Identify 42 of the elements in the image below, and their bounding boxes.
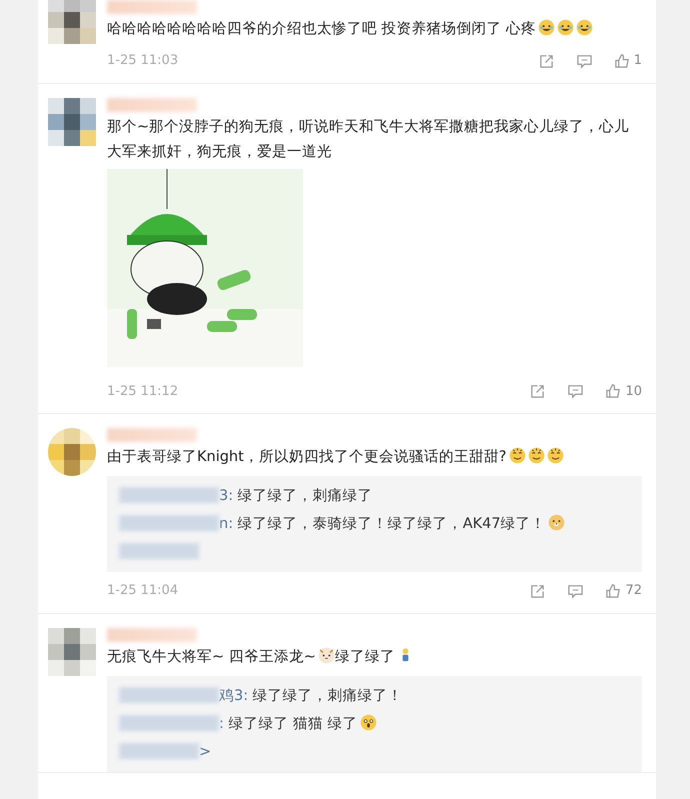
- reply-author[interactable]: :: [219, 716, 224, 732]
- smiling-emoji-icon: [528, 447, 545, 464]
- avatar[interactable]: [48, 628, 96, 676]
- comment-text: 绿了绿了: [334, 648, 395, 664]
- comment-text: 无痕飞牛大将军~ 四爷王添龙~: [107, 648, 316, 664]
- more-replies-link[interactable]: >: [199, 744, 212, 760]
- share-icon[interactable]: [529, 582, 546, 599]
- smiling-emoji-icon: [546, 447, 564, 464]
- share-icon[interactable]: [529, 383, 546, 400]
- reply-author[interactable]: 鸡3:: [219, 688, 248, 704]
- comment-text: 绿了绿了，泰骑绿了！绿了绿了，AK47绿了！: [238, 516, 546, 532]
- like-count: 10: [625, 382, 642, 400]
- comment-text: 那个~那个没脖子的狗无痕，听说昨天和飞牛大将军撒糖把我家心儿绿了，心儿大军来抓奸，狗无痕，爱是一道光: [107, 118, 630, 160]
- shocked-emoji-icon: [360, 714, 377, 730]
- laughing-emoji-icon: [557, 19, 574, 36]
- comment-text: 由于表哥绿了Knight，所以奶四找了个更会说骚话的王甜甜?: [107, 449, 507, 465]
- timestamp: 1-25 11:03: [107, 52, 178, 70]
- avatar[interactable]: [48, 98, 96, 146]
- comment-icon[interactable]: [576, 52, 592, 69]
- comment-text: 绿了绿了，刺痛绿了！: [252, 688, 403, 704]
- reply-author[interactable]: 3:: [219, 488, 234, 504]
- comment-text: 哈哈哈哈哈哈哈哈四爷的介绍也太惨了吧 投资养猪场倒闭了 心疼: [107, 21, 536, 37]
- comment-text: 绿了绿了，刺痛绿了: [238, 488, 373, 504]
- smiling-emoji-icon: [508, 447, 526, 464]
- dog-emoji-icon: [548, 514, 565, 531]
- laughing-emoji-icon: [538, 19, 556, 36]
- like-icon[interactable]: [614, 52, 630, 69]
- laughing-emoji-icon: [576, 19, 594, 36]
- share-icon[interactable]: [538, 52, 554, 69]
- like-count: 72: [625, 582, 642, 600]
- avatar[interactable]: [48, 428, 96, 476]
- like-icon[interactable]: [605, 582, 622, 599]
- timestamp: 1-25 11:12: [107, 382, 178, 400]
- comment-text: 绿了绿了 猫猫 绿了: [228, 716, 358, 732]
- comment-icon[interactable]: [567, 383, 584, 400]
- like-count: 1: [634, 52, 642, 70]
- reply-author[interactable]: n:: [219, 516, 234, 532]
- comment-icon[interactable]: [567, 582, 584, 599]
- like-icon[interactable]: [605, 383, 622, 400]
- cat-emoji-icon: [318, 646, 335, 664]
- timestamp: 1-25 11:04: [107, 582, 178, 600]
- avatar[interactable]: [48, 0, 96, 44]
